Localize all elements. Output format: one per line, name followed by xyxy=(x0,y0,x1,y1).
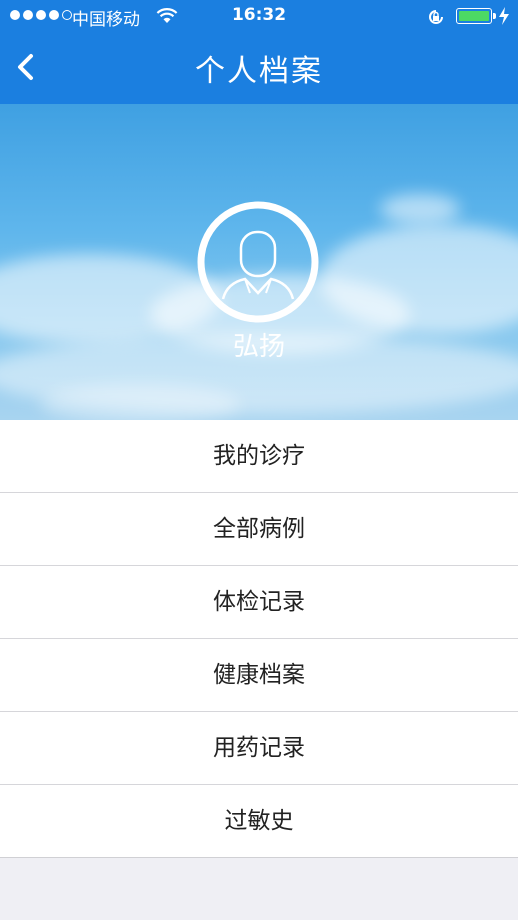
profile-menu: 我的诊疗 全部病例 体检记录 健康档案 用药记录 过敏史 xyxy=(0,420,518,858)
battery-icon xyxy=(456,8,496,24)
menu-item-health-records[interactable]: 健康档案 xyxy=(0,639,518,712)
rotation-lock-icon xyxy=(426,7,446,32)
menu-item-my-treatment[interactable]: 我的诊疗 xyxy=(0,420,518,493)
page-title: 个人档案 xyxy=(195,54,323,89)
menu-item-allergy-history[interactable]: 过敏史 xyxy=(0,785,518,857)
profile-header: 弘扬 xyxy=(0,104,518,420)
status-bar: 中国移动 16:32 xyxy=(0,0,518,34)
user-avatar-icon[interactable] xyxy=(197,201,319,323)
menu-item-medication-records[interactable]: 用药记录 xyxy=(0,712,518,785)
top-bar: 中国移动 16:32 个人档案 xyxy=(0,0,518,104)
charging-bolt-icon xyxy=(498,6,510,31)
menu-item-all-cases[interactable]: 全部病例 xyxy=(0,493,518,566)
user-name: 弘扬 xyxy=(232,332,285,362)
menu-item-checkup-records[interactable]: 体检记录 xyxy=(0,566,518,639)
